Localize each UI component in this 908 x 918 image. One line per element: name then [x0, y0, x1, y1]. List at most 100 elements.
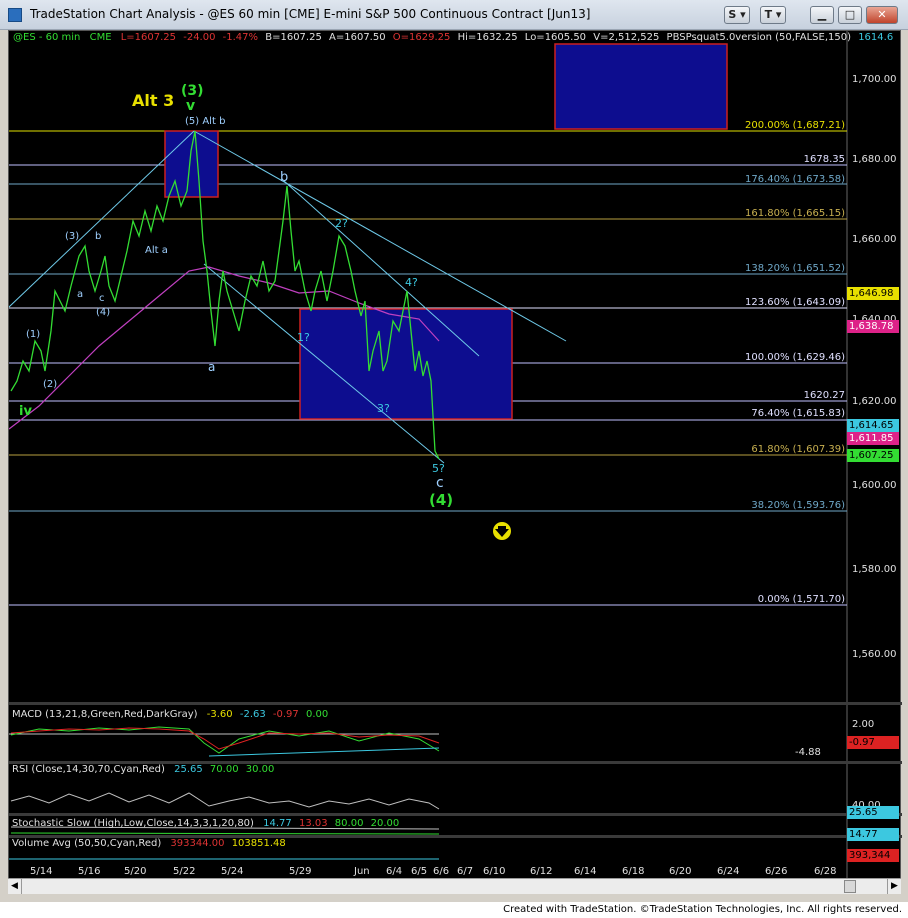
fib-label-176: 176.40% (1,673.58): [745, 174, 845, 185]
rsi-val-3: 30.00: [245, 764, 275, 775]
volume-header: Volume Avg (50,50,Cyan,Red) 393344.00 10…: [12, 838, 286, 849]
price-tag-1646: 1,646.98: [847, 287, 899, 300]
horizontal-scrollbar[interactable]: ◀ ▶: [8, 878, 901, 894]
x-tick: Jun: [353, 866, 370, 877]
x-tick: 6/10: [483, 866, 505, 877]
y-tick: 1,680.00: [852, 154, 897, 165]
open-price: O=1629.25: [392, 32, 451, 43]
wave-label-3q: 3?: [377, 402, 390, 415]
wave-label-4q: 4?: [405, 276, 418, 289]
study-value: 1614.6: [858, 32, 894, 43]
macd-header: MACD (13,21,8,Green,Red,DarkGray) -3.60 …: [12, 709, 328, 720]
rsi-header: RSI (Close,14,30,70,Cyan,Red) 25.65 70.0…: [12, 764, 274, 775]
minimize-button[interactable]: ▁: [810, 6, 834, 24]
wave-label-wa: a: [77, 289, 83, 300]
scroll-right-icon[interactable]: ▶: [887, 879, 901, 894]
y-tick: 1,620.00: [852, 396, 897, 407]
x-tick: 5/16: [78, 866, 100, 877]
pane-separator[interactable]: [9, 813, 902, 816]
x-tick: 6/6: [433, 866, 449, 877]
title-bar: TradeStation Chart Analysis - @ES 60 min…: [0, 0, 908, 30]
wave-label-2q: 2?: [335, 217, 348, 230]
close-button[interactable]: ✕: [866, 6, 898, 24]
volume-value: V=2,512,525: [593, 32, 660, 43]
macd-val-4: 0.00: [305, 709, 329, 720]
high-price: Hi=1632.25: [457, 32, 518, 43]
stoch-val-2: 13.03: [298, 818, 328, 829]
x-tick: 6/20: [669, 866, 691, 877]
scroll-left-icon[interactable]: ◀: [8, 879, 22, 894]
x-tick: 6/12: [530, 866, 552, 877]
macd-tick-low: -4.88: [795, 747, 821, 758]
y-tick: 1,660.00: [852, 234, 897, 245]
fib-label-161: 161.80% (1,665.15): [745, 208, 845, 219]
s-button[interactable]: S ▾: [724, 6, 750, 24]
rsi-val-1: 25.65: [174, 764, 203, 775]
wave-label-5q: 5?: [432, 462, 445, 475]
fib-label-38: 38.20% (1,593.76): [751, 500, 845, 511]
t-button[interactable]: T ▾: [760, 6, 786, 24]
s-button-label: S: [728, 8, 737, 21]
volume-val-2: 103851.48: [231, 838, 286, 849]
x-tick: 6/4: [386, 866, 402, 877]
maximize-button[interactable]: □: [838, 6, 862, 24]
y-tick: 1,580.00: [852, 564, 897, 575]
pct-change: -1.47%: [222, 32, 259, 43]
price-tag-1638: 1,638.78: [847, 320, 899, 333]
low-price: Lo=1605.50: [524, 32, 587, 43]
wave-label-wb: b: [95, 231, 101, 242]
wave-label-b: b: [280, 170, 288, 185]
stoch-tag: 14.77: [847, 828, 899, 841]
rsi-label: RSI (Close,14,30,70,Cyan,Red): [12, 764, 165, 775]
x-tick: 6/7: [457, 866, 473, 877]
rsi-val-2: 70.00: [209, 764, 239, 775]
window-title: TradeStation Chart Analysis - @ES 60 min…: [30, 7, 591, 21]
x-tick: 5/20: [124, 866, 146, 877]
macd-tag: -0.97: [847, 736, 899, 749]
y-tick: 1,700.00: [852, 74, 897, 85]
wave-label-w2: (2): [43, 379, 57, 390]
fib-label-167835: 1678.35: [804, 154, 845, 165]
wave-label-1q: 1?: [297, 331, 310, 344]
fib-label-200: 200.00% (1,687.21): [745, 120, 845, 131]
x-tick: 6/24: [717, 866, 739, 877]
stoch-val-1: 14.77: [263, 818, 292, 829]
x-tick: 6/14: [574, 866, 596, 877]
pane-separator[interactable]: [9, 702, 902, 705]
stoch-val-4: 20.00: [370, 818, 400, 829]
stoch-label: Stochastic Slow (High,Low,Close,14,3,3,1…: [12, 818, 254, 829]
target-box-top: [554, 43, 728, 130]
wave-label-alt3: Alt 3: [132, 91, 174, 110]
chart-area[interactable]: Alt 3 (3) v (5) Alt b b 2? 4? 1? 3? 5? c…: [8, 30, 902, 889]
target-box-mid: [299, 308, 513, 420]
net-change: -24.00: [183, 32, 216, 43]
macd-val-3: -0.97: [272, 709, 299, 720]
price-tag-1611: 1,611.85: [847, 432, 899, 445]
t-button-label: T: [764, 8, 773, 21]
x-tick: 5/24: [221, 866, 243, 877]
last-price: L=1607.25: [120, 32, 177, 43]
volume-val-1: 393344.00: [170, 838, 225, 849]
y-tick: 1,560.00: [852, 649, 897, 660]
wave-label-v: v: [186, 98, 195, 114]
x-tick: 6/5: [411, 866, 427, 877]
volume-label: Volume Avg (50,50,Cyan,Red): [12, 838, 162, 849]
fib-label-76: 76.40% (1,615.83): [751, 408, 845, 419]
x-tick: 5/14: [30, 866, 52, 877]
wave-label-w4: (4): [96, 307, 110, 318]
ask-price: A=1607.50: [329, 32, 386, 43]
scroll-thumb[interactable]: [844, 880, 856, 893]
wave-label-iv: iv: [19, 404, 32, 419]
price-tag-1607: 1,607.25: [847, 449, 899, 462]
wave-label-w3: (3): [65, 231, 79, 242]
x-tick: 5/29: [289, 866, 311, 877]
volume-tag: 393,344: [847, 849, 899, 862]
wave-label-w1: (1): [26, 329, 40, 340]
macd-val-2: -2.63: [239, 709, 266, 720]
wave-label-3: (3): [181, 83, 204, 99]
exchange-label: CME: [89, 32, 112, 43]
tradestation-window: TradeStation Chart Analysis - @ES 60 min…: [0, 0, 908, 918]
stoch-val-3: 80.00: [334, 818, 364, 829]
wave-label-c: c: [436, 475, 444, 491]
fib-label-123: 123.60% (1,643.09): [745, 297, 845, 308]
